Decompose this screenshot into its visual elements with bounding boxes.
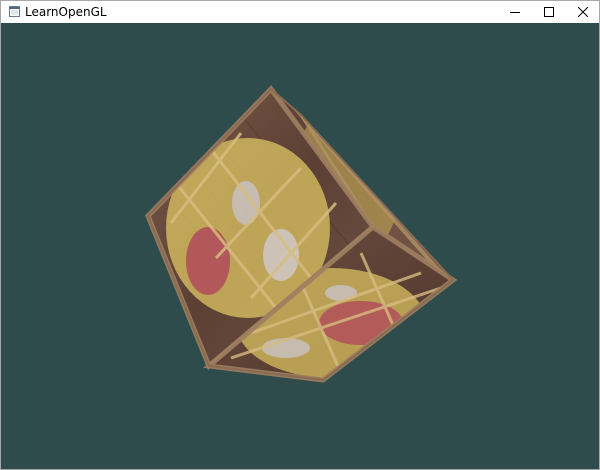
maximize-button[interactable]	[533, 1, 565, 23]
window-title: LearnOpenGL	[25, 5, 107, 19]
minimize-icon	[510, 12, 520, 13]
opengl-viewport[interactable]	[1, 23, 599, 469]
maximize-icon	[544, 7, 554, 17]
close-button[interactable]	[567, 1, 599, 23]
render-canvas	[1, 23, 599, 469]
minimize-button[interactable]	[499, 1, 531, 23]
app-window: LearnOpenGL	[0, 0, 600, 470]
close-icon	[578, 7, 588, 17]
window-app-icon	[9, 6, 20, 17]
title-bar[interactable]: LearnOpenGL	[1, 1, 599, 23]
